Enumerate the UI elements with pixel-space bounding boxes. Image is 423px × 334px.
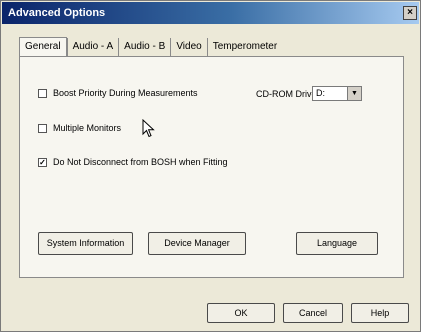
tab-strip: General Audio - A Audio - B Video Temper… — [19, 37, 282, 56]
cdrom-drive-select[interactable]: D: ▼ — [312, 86, 362, 101]
multiple-monitors-option[interactable]: Multiple Monitors — [38, 123, 121, 133]
device-manager-button[interactable]: Device Manager — [148, 232, 246, 255]
boost-priority-option[interactable]: Boost Priority During Measurements — [38, 88, 198, 98]
tab-video[interactable]: Video — [170, 38, 206, 56]
do-not-disconnect-checkbox[interactable]: ✓ — [38, 157, 47, 167]
mouse-pointer-icon — [142, 119, 155, 138]
multiple-monitors-label: Multiple Monitors — [53, 123, 122, 133]
cdrom-drive-value: D: — [316, 88, 325, 98]
dialog-title: Advanced Options — [8, 7, 106, 19]
boost-priority-checkbox[interactable] — [38, 88, 47, 98]
multiple-monitors-checkbox[interactable] — [38, 123, 47, 133]
general-tab-panel: Boost Priority During Measurements CD-RO… — [19, 56, 404, 278]
title-bar[interactable]: Advanced Options × — [2, 2, 419, 24]
chevron-down-icon[interactable]: ▼ — [347, 87, 361, 100]
tab-general[interactable]: General — [19, 37, 67, 56]
ok-button[interactable]: OK — [207, 303, 275, 323]
tab-audio-a[interactable]: Audio - A — [66, 38, 119, 56]
tab-audio-b[interactable]: Audio - B — [118, 38, 170, 56]
cdrom-drive-label: CD-ROM Drive — [256, 89, 317, 99]
tab-temperometer[interactable]: Temperometer — [206, 38, 282, 56]
system-information-button[interactable]: System Information — [38, 232, 133, 255]
language-button[interactable]: Language — [296, 232, 378, 255]
do-not-disconnect-option[interactable]: ✓ Do Not Disconnect from BOSH when Fitti… — [38, 157, 228, 167]
cancel-button[interactable]: Cancel — [283, 303, 343, 323]
advanced-options-dialog: Advanced Options × General Audio - A Aud… — [0, 0, 421, 332]
close-button[interactable]: × — [403, 6, 417, 20]
boost-priority-label: Boost Priority During Measurements — [53, 88, 198, 98]
do-not-disconnect-label: Do Not Disconnect from BOSH when Fitting — [53, 157, 228, 167]
help-button[interactable]: Help — [351, 303, 409, 323]
